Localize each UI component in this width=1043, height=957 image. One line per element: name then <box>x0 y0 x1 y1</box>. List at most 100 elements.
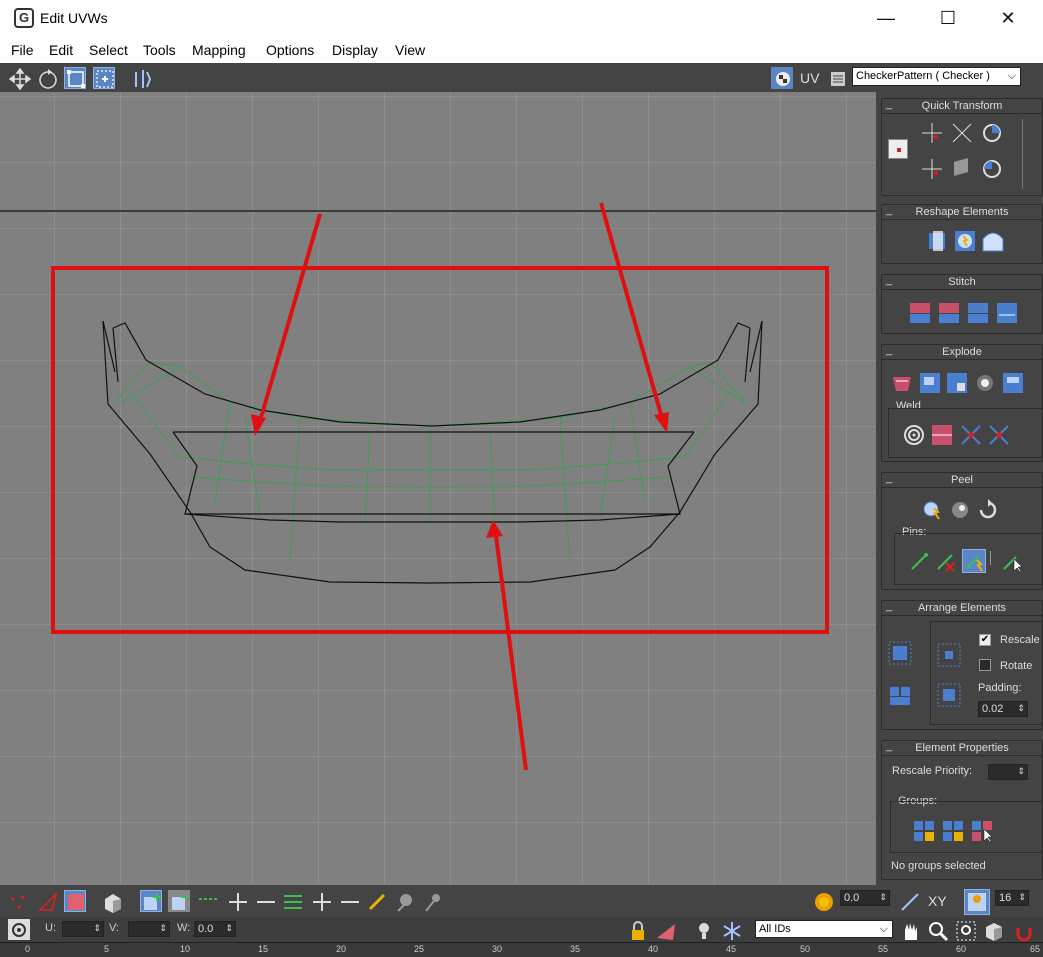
menu-mapping[interactable]: Mapping <box>192 42 246 58</box>
flatten-icon[interactable] <box>973 371 997 395</box>
pack-offset-icon[interactable] <box>937 683 961 707</box>
texture-dropdown[interactable]: CheckerPattern ( Checker ) ⌵ <box>852 67 1021 86</box>
select-group-icon[interactable] <box>970 819 994 843</box>
collapse-icon[interactable]: _ <box>886 599 892 613</box>
close-button[interactable]: ✕ <box>985 4 1031 32</box>
relax-shape-icon[interactable] <box>981 229 1005 253</box>
break-icon[interactable] <box>890 371 914 395</box>
weld-threshold-icon[interactable] <box>902 423 926 447</box>
menu-view[interactable]: View <box>395 42 425 58</box>
collapse-icon[interactable]: _ <box>886 739 892 753</box>
rollout-header[interactable]: _ Quick Transform <box>882 98 1042 114</box>
spinner-arrows-icon[interactable]: ⇕ <box>1017 701 1025 715</box>
pack-custom-icon[interactable] <box>937 643 961 667</box>
align-vertical-icon[interactable] <box>920 157 944 181</box>
absolute-mode-icon[interactable] <box>8 919 30 940</box>
paint-select-icon[interactable] <box>365 890 387 912</box>
edge-mode-icon[interactable] <box>36 890 58 912</box>
soft-selection-icon[interactable] <box>812 890 834 912</box>
reset-peel-icon[interactable] <box>976 498 1000 522</box>
loop-icon[interactable] <box>281 890 303 912</box>
weld-selected-icon[interactable] <box>930 423 954 447</box>
rollout-header[interactable]: _ Explode <box>882 343 1042 360</box>
relax-icon[interactable] <box>953 229 977 253</box>
align-horizontal-icon[interactable] <box>920 121 944 145</box>
menu-display[interactable]: Display <box>332 42 378 58</box>
flatten-by-polygon-icon[interactable] <box>1001 371 1025 395</box>
spinner-arrows-icon[interactable]: ⇕ <box>1017 764 1025 778</box>
grow-loop-icon[interactable] <box>310 890 332 912</box>
menu-file[interactable]: File <box>11 42 34 58</box>
collapse-icon[interactable]: _ <box>886 273 892 287</box>
hide-icon[interactable] <box>654 919 676 941</box>
stitch-custom-icon[interactable] <box>995 301 1019 325</box>
timeline-ruler[interactable]: 0 5 10 15 20 25 30 35 40 45 50 55 60 65 <box>0 942 1043 957</box>
auto-pin-icon[interactable] <box>962 549 986 573</box>
falloff-type-icon[interactable] <box>898 890 920 912</box>
weld-all-icon[interactable] <box>987 423 1011 447</box>
material-ids-dropdown[interactable]: All IDs ⌵ <box>755 920 893 938</box>
checker-toggle-icon[interactable] <box>771 67 793 89</box>
zoom-region-icon[interactable] <box>954 919 976 941</box>
grow-ring-icon[interactable] <box>226 890 248 912</box>
spinner-arrows-icon[interactable]: ⇕ <box>879 890 887 904</box>
v-spinner[interactable]: ⇕ <box>128 921 170 937</box>
pin-icon[interactable] <box>908 549 932 573</box>
zoom-icon[interactable] <box>926 919 949 942</box>
scale-icon[interactable] <box>64 67 86 89</box>
maximize-button[interactable]: ☐ <box>925 4 971 32</box>
mirror-icon[interactable] <box>131 67 153 89</box>
collapse-icon[interactable]: _ <box>886 203 892 217</box>
weld-target-icon[interactable] <box>959 423 983 447</box>
uv-editor-viewport[interactable] <box>0 92 876 885</box>
menu-edit[interactable]: Edit <box>49 42 73 58</box>
spinner-arrows-icon[interactable]: ⇕ <box>159 921 167 935</box>
spinner-arrows-icon[interactable]: ⇕ <box>225 921 233 935</box>
menu-select[interactable]: Select <box>89 42 128 58</box>
flatten-by-smoothing-icon[interactable] <box>918 371 942 395</box>
rescale-checkbox[interactable]: ✔ <box>979 634 991 646</box>
grid-snap-icon[interactable] <box>964 889 990 915</box>
pan-icon[interactable] <box>898 919 920 941</box>
peel-mode-icon[interactable] <box>948 498 972 522</box>
xy-label[interactable]: XY <box>928 893 947 909</box>
app-icon[interactable]: G <box>14 8 34 28</box>
falloff-spinner[interactable]: 0.0 ⇕ <box>840 890 890 906</box>
quick-peel-icon[interactable] <box>920 498 944 522</box>
stitch-to-target-icon[interactable] <box>966 301 990 325</box>
u-spinner[interactable]: ⇕ <box>62 921 104 937</box>
uv-canvas[interactable] <box>0 92 876 885</box>
rollout-header[interactable]: _ Reshape Elements <box>882 203 1042 220</box>
spinner-arrows-icon[interactable]: ⇕ <box>1018 890 1026 904</box>
freeform-icon[interactable] <box>93 67 115 89</box>
flatten-by-material-icon[interactable] <box>945 371 969 395</box>
stitch-average-icon[interactable] <box>937 301 961 325</box>
snap-icon[interactable] <box>1012 919 1034 942</box>
rotate-icon[interactable] <box>36 67 58 89</box>
select-pins-icon[interactable] <box>1000 549 1024 573</box>
collapse-icon[interactable]: _ <box>886 343 892 357</box>
rollout-header[interactable]: _ Stitch <box>882 273 1042 290</box>
spinner-arrows-icon[interactable]: ⇕ <box>93 921 101 935</box>
freeze-icon[interactable] <box>720 919 742 941</box>
grow-selection-icon[interactable] <box>140 890 162 912</box>
menu-tools[interactable]: Tools <box>143 42 176 58</box>
straighten-selection-icon[interactable] <box>925 229 949 253</box>
unpin-icon[interactable] <box>934 549 958 573</box>
move-icon[interactable] <box>8 67 32 91</box>
rollout-header[interactable]: _ Peel <box>882 472 1042 488</box>
ungroup-selected-icon[interactable] <box>941 819 965 843</box>
rotate-checkbox[interactable] <box>979 659 991 671</box>
rotate-cw-icon[interactable] <box>980 157 1004 181</box>
shrink-ring-icon[interactable] <box>254 890 276 912</box>
shrink-loop-icon[interactable] <box>338 890 360 912</box>
rollout-header[interactable]: _ Arrange Elements <box>882 599 1042 616</box>
pivot-anchor-icon[interactable] <box>888 139 908 159</box>
grid-size-spinner[interactable]: 16 ⇕ <box>995 890 1029 906</box>
element-mode-icon[interactable] <box>101 890 123 913</box>
pack-normalize-icon[interactable] <box>888 641 912 665</box>
vertex-mode-icon[interactable] <box>8 890 30 912</box>
group-selected-icon[interactable] <box>912 819 936 843</box>
shrink-selection-icon[interactable] <box>168 890 190 912</box>
enlarge-brush-icon[interactable] <box>393 890 415 912</box>
